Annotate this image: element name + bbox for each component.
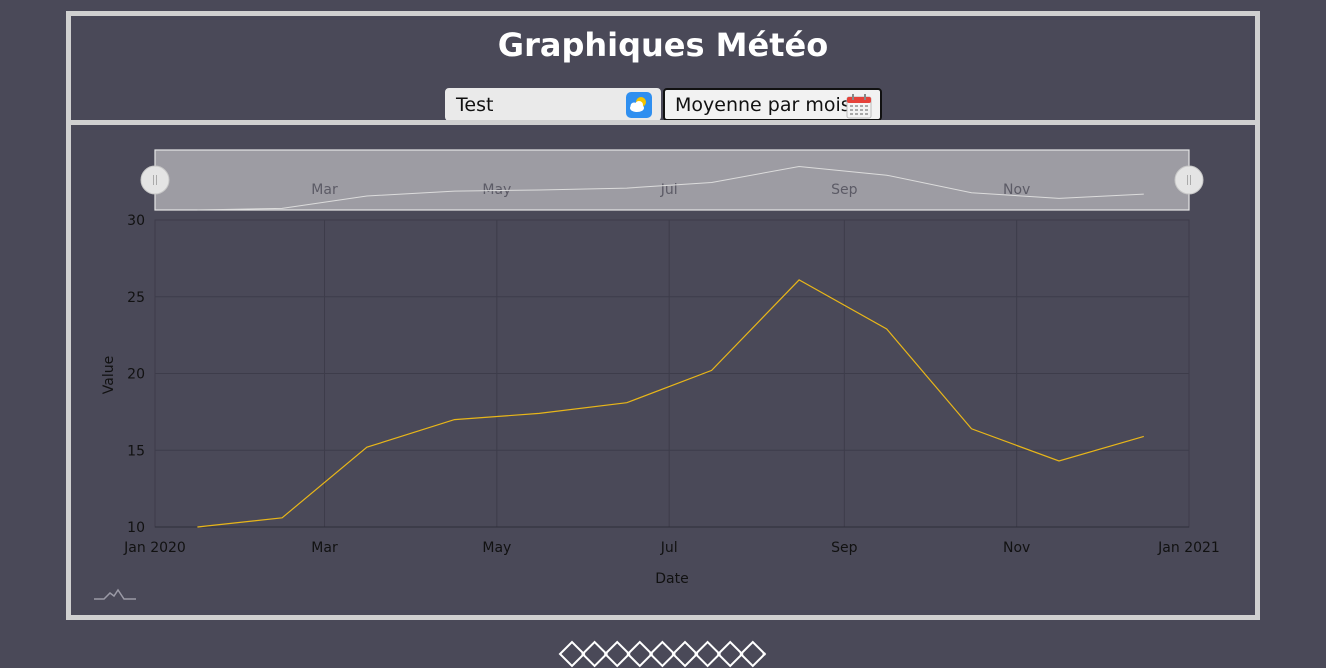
y-tick-label: 10 — [127, 520, 145, 536]
navigator-left-handle[interactable] — [140, 165, 170, 195]
decorative-diamond-border — [558, 640, 767, 668]
handle-knob[interactable] — [140, 165, 170, 195]
diamond-dot — [762, 652, 766, 656]
x-tick-label: Jan 2021 — [1157, 540, 1220, 556]
series-line — [197, 279, 1144, 528]
y-tick-label: 25 — [127, 290, 145, 306]
y-tick-label: 20 — [127, 367, 145, 383]
diamond-shape — [716, 640, 744, 668]
diamond-shape — [671, 640, 699, 668]
chart-panel: Mar May Jul Sep Nov 10 15 20 25 30 Jan 2020 Mar Ma… — [66, 120, 1260, 620]
navigator-tick-label: Sep — [831, 182, 858, 198]
station-select-value: Test — [456, 93, 494, 116]
x-tick-label: May — [482, 540, 511, 556]
selector-bar: Test Moyenne par mois — [445, 88, 882, 121]
handle-knob[interactable] — [1174, 165, 1204, 195]
aggregation-select[interactable]: Moyenne par mois — [663, 88, 882, 121]
y-tick-label: 15 — [127, 443, 145, 459]
navigator-right-handle[interactable] — [1174, 165, 1204, 195]
diamond-shape — [648, 640, 676, 668]
aggregation-select-value: Moyenne par mois — [675, 93, 851, 116]
x-tick-label: Jul — [660, 540, 678, 556]
x-tick-label: Nov — [1003, 540, 1030, 556]
x-tick-label: Sep — [831, 540, 858, 556]
x-tick-label: Mar — [311, 540, 338, 556]
diamond-shape — [694, 640, 722, 668]
navigator-tick-label: Jul — [660, 182, 678, 198]
diamond-shape — [581, 640, 609, 668]
line-chart: Mar May Jul Sep Nov 1015202530 Jan 2020 Mar Ma… — [94, 149, 1220, 600]
station-select[interactable]: Test — [445, 88, 661, 121]
calendar-icon — [846, 94, 872, 119]
mini-chart-icon[interactable] — [94, 588, 136, 600]
header-panel: Graphiques Météo Test Moyenne par mois — [66, 11, 1260, 124]
diamond-shape — [558, 640, 586, 668]
diamond-shape — [739, 640, 767, 668]
y-axis-label: Value — [101, 356, 117, 394]
x-axis-label: Date — [655, 571, 688, 587]
page-title: Graphiques Météo — [497, 26, 829, 64]
x-tick-label: Jan 2020 — [123, 540, 186, 556]
weather-cloud-sun-icon — [626, 92, 652, 118]
diamond-shape — [603, 640, 631, 668]
navigator-tick-label: Mar — [311, 182, 338, 198]
y-tick-label: 30 — [127, 213, 145, 229]
navigator-range-selector[interactable] — [154, 149, 1190, 211]
diamond-shape — [626, 640, 654, 668]
